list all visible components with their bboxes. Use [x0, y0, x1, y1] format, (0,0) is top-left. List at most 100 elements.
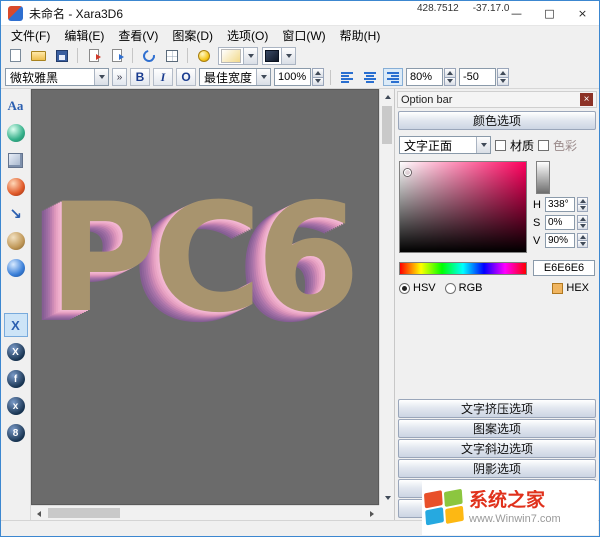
- shadow-options-button[interactable]: 阴影选项: [398, 459, 596, 478]
- orb-x2-tool-button[interactable]: x: [4, 394, 28, 418]
- rgb-radio[interactable]: [445, 283, 456, 294]
- chevron-down-icon[interactable]: [94, 69, 108, 85]
- text-tool-button[interactable]: Aa: [4, 94, 28, 118]
- canvas[interactable]: PC6: [31, 89, 379, 505]
- font-select[interactable]: 微软雅黑: [5, 68, 109, 86]
- save-button[interactable]: [51, 46, 72, 65]
- hex-value-field[interactable]: E6E6E6: [533, 260, 595, 276]
- angle-value-field[interactable]: -50: [459, 68, 496, 86]
- align-left-button[interactable]: [337, 68, 357, 86]
- spin-down-icon[interactable]: [497, 77, 509, 87]
- scroll-down-icon[interactable]: [380, 490, 395, 505]
- canvas-3d-text[interactable]: PC6: [48, 172, 354, 346]
- vertical-scrollbar[interactable]: [379, 89, 394, 505]
- menu-window[interactable]: 窗口(W): [275, 26, 332, 46]
- spin-up-icon[interactable]: [577, 197, 588, 204]
- value-gradient-bar[interactable]: [536, 161, 550, 194]
- spin-down-icon[interactable]: [444, 77, 456, 87]
- color-options-button[interactable]: 颜色选项: [398, 111, 596, 130]
- export-button[interactable]: [106, 46, 127, 65]
- orb-f-tool-button[interactable]: f: [4, 367, 28, 391]
- bold-button[interactable]: B: [130, 68, 150, 86]
- align-center-button[interactable]: [360, 68, 380, 86]
- picker-marker[interactable]: [404, 169, 411, 176]
- color-checkbox[interactable]: [538, 140, 549, 151]
- design-options-button[interactable]: 图案选项: [398, 419, 596, 438]
- chevron-down-icon[interactable]: [256, 69, 270, 85]
- menu-design[interactable]: 图案(D): [165, 26, 220, 46]
- shadow-tool-button[interactable]: ↘: [4, 202, 28, 226]
- spin-up-icon[interactable]: [577, 233, 588, 240]
- windows-flag-icon: [424, 490, 466, 527]
- select-x-tool-button[interactable]: X: [4, 313, 28, 337]
- hue-value-field[interactable]: 338°: [545, 197, 575, 212]
- menu-options[interactable]: 选项(O): [220, 26, 275, 46]
- saturation-value-picker[interactable]: [399, 161, 527, 253]
- menu-edit[interactable]: 编辑(E): [57, 26, 111, 46]
- orb-x-tool-button[interactable]: X: [4, 340, 28, 364]
- spin-up-icon[interactable]: [497, 68, 509, 77]
- text-bevel-options-button[interactable]: 文字斜边选项: [398, 439, 596, 458]
- text-extrusion-options-button[interactable]: 文字挤压选项: [398, 399, 596, 418]
- horizontal-scroll-thumb[interactable]: [48, 508, 120, 518]
- view-style-dropdown[interactable]: [262, 47, 296, 65]
- scale-value-field[interactable]: 100%: [274, 68, 311, 86]
- menu-file[interactable]: 文件(F): [4, 26, 57, 46]
- spin-down-icon[interactable]: [577, 240, 588, 248]
- option-bar-close-button[interactable]: ×: [580, 93, 593, 106]
- open-button[interactable]: [28, 46, 49, 65]
- animation-tool-button[interactable]: [4, 256, 28, 280]
- new-button[interactable]: [5, 46, 26, 65]
- spin-up-icon[interactable]: [312, 68, 324, 77]
- width-mode-select[interactable]: 最佳宽度: [199, 68, 271, 86]
- spin-up-icon[interactable]: [444, 68, 456, 77]
- spin-down-icon[interactable]: [577, 204, 588, 212]
- maximize-button[interactable]: □: [533, 1, 566, 25]
- scroll-up-icon[interactable]: [380, 89, 395, 104]
- outline-button[interactable]: O: [176, 68, 196, 86]
- angle-spinner: -50: [459, 68, 509, 86]
- arrow-southeast-icon: ↘: [9, 205, 22, 223]
- spin-up-icon[interactable]: [577, 215, 588, 222]
- extrude-tool-button[interactable]: [4, 148, 28, 172]
- value-value-field[interactable]: 90%: [545, 233, 575, 248]
- italic-button[interactable]: I: [153, 68, 173, 86]
- spin-down-icon[interactable]: [577, 222, 588, 230]
- menu-help[interactable]: 帮助(H): [333, 26, 388, 46]
- scroll-right-icon[interactable]: [364, 506, 379, 521]
- hue-gradient-bar[interactable]: [399, 262, 527, 275]
- font-list-button[interactable]: »: [112, 68, 127, 86]
- spin-down-icon[interactable]: [312, 77, 324, 87]
- chevron-down-icon[interactable]: [243, 48, 257, 64]
- tan-sphere-icon: [7, 232, 25, 250]
- chevron-down-icon[interactable]: [281, 48, 295, 64]
- option-bar-panel: Option bar × 颜色选项 文字正面 材质 色彩 H 338°: [394, 89, 599, 520]
- color-swatch: [221, 49, 241, 63]
- horizontal-scrollbar[interactable]: [31, 505, 379, 520]
- color-swatch-dropdown[interactable]: [218, 47, 258, 65]
- option-bar-header[interactable]: Option bar ×: [397, 91, 597, 108]
- scroll-left-icon[interactable]: [31, 506, 46, 521]
- zoom-value-field[interactable]: 80%: [406, 68, 443, 86]
- picker-side-controls: H 338° S 0% V 90%: [533, 161, 595, 253]
- texture-tool-button[interactable]: [4, 229, 28, 253]
- hsv-radio[interactable]: [399, 283, 410, 294]
- undo-button[interactable]: [138, 46, 159, 65]
- surface-select[interactable]: 文字正面: [399, 136, 491, 154]
- hue-spin-buttons: [577, 197, 588, 212]
- menu-view[interactable]: 查看(V): [111, 26, 165, 46]
- color-tool-button[interactable]: [4, 121, 28, 145]
- lightbulb-icon: [198, 50, 210, 62]
- align-right-button[interactable]: [383, 68, 403, 86]
- lighting-button[interactable]: [193, 46, 214, 65]
- grid-button[interactable]: [161, 46, 182, 65]
- material-checkbox[interactable]: [495, 140, 506, 151]
- saturation-value-field[interactable]: 0%: [545, 215, 575, 230]
- bevel-tool-button[interactable]: [4, 175, 28, 199]
- vertical-scroll-thumb[interactable]: [382, 106, 392, 144]
- import-button[interactable]: [83, 46, 104, 65]
- chevron-down-icon[interactable]: [476, 137, 490, 153]
- hex-checkbox[interactable]: [552, 283, 563, 294]
- orb-8-tool-button[interactable]: 8: [4, 421, 28, 445]
- close-button[interactable]: ×: [566, 1, 599, 25]
